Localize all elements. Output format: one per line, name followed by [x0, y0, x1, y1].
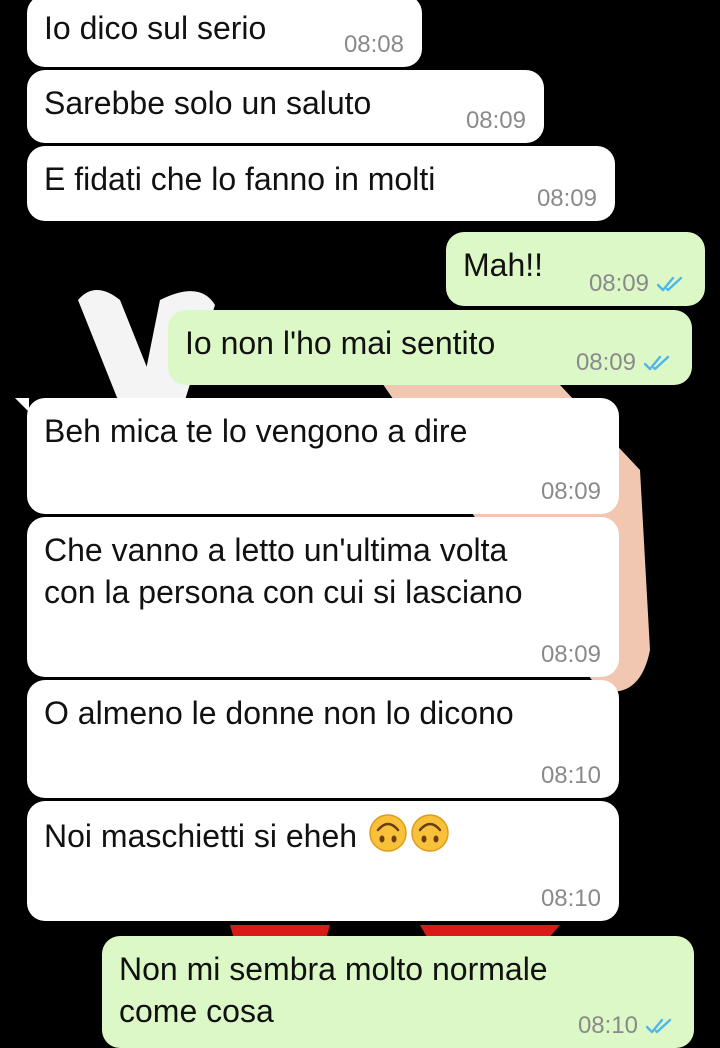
double-check-read-icon: [644, 355, 670, 371]
message-text: Io dico sul serio: [44, 7, 266, 49]
bubble-tail: [15, 398, 29, 412]
upside-down-face-icon: [369, 814, 407, 852]
message-timestamp: 08:09: [536, 185, 597, 212]
message-timestamp: 08:10: [577, 1012, 638, 1039]
chat-window: Io dico sul serio 08:08 Sarebbe solo un sa…: [0, 0, 720, 1048]
message-text-content: E fidati che lo fanno in molti: [44, 161, 436, 197]
message-text-content: Che vanno a letto un'ultima volta con la…: [44, 532, 523, 610]
message-timestamp: 08:08: [343, 31, 404, 58]
message-text: Io non l'ho mai sentito: [185, 322, 495, 364]
message-meta: 08:09: [466, 108, 526, 134]
message-meta: 08:10: [541, 763, 601, 789]
message-timestamp: 08:09: [465, 107, 526, 134]
message-bubble-incoming[interactable]: Che vanno a letto un'ultima volta con la…: [27, 517, 619, 677]
message-text: Noi maschietti si eheh: [44, 813, 450, 857]
message-text: O almeno le donne non lo dicono: [44, 692, 514, 734]
message-timestamp: 08:10: [540, 885, 601, 912]
message-text: Che vanno a letto un'ultima volta con la…: [44, 529, 523, 613]
message-text-content: Noi maschietti si eheh: [44, 818, 358, 854]
double-check-read-icon: [646, 1018, 672, 1034]
message-bubble-incoming[interactable]: Beh mica te lo vengono a dire 08:09: [15, 398, 619, 514]
message-bubble-outgoing[interactable]: Io non l'ho mai sentito 08:09: [168, 310, 692, 385]
message-bubble-incoming[interactable]: E fidati che lo fanno in molti 08:09: [27, 146, 615, 221]
message-text: E fidati che lo fanno in molti: [44, 158, 435, 200]
message-text: Beh mica te lo vengono a dire: [44, 410, 467, 452]
message-meta: 08:10: [578, 1013, 676, 1039]
message-text-content: O almeno le donne non lo dicono: [44, 695, 514, 731]
message-bubble-incoming[interactable]: Io dico sul serio 08:08: [27, 0, 422, 67]
message-meta: 08:10: [541, 886, 601, 912]
message-timestamp: 08:09: [588, 270, 649, 297]
message-meta: 08:09: [576, 350, 674, 376]
message-meta: 08:09: [541, 479, 601, 505]
message-text: Sarebbe solo un saluto: [44, 82, 371, 124]
message-timestamp: 08:09: [540, 478, 601, 505]
message-text-content: Non mi sembra molto normale come cosa: [119, 951, 548, 1029]
message-text-content: Beh mica te lo vengono a dire: [44, 413, 468, 449]
message-bubble-outgoing[interactable]: Non mi sembra molto normale come cosa 08:…: [102, 936, 694, 1048]
message-bubble-incoming[interactable]: O almeno le donne non lo dicono 08:10: [27, 680, 619, 798]
double-check-read-icon: [657, 276, 683, 292]
message-text-content: Mah!!: [463, 247, 544, 283]
message-text: Mah!!: [463, 244, 543, 286]
message-timestamp: 08:09: [540, 641, 601, 668]
message-bubble-outgoing[interactable]: Mah!! 08:09: [446, 232, 705, 306]
message-meta: 08:09: [589, 271, 687, 297]
message-text: Non mi sembra molto normale come cosa: [119, 948, 548, 1032]
message-text-content: Sarebbe solo un saluto: [44, 85, 372, 121]
message-meta: 08:08: [344, 32, 404, 58]
message-meta: 08:09: [541, 642, 601, 668]
message-timestamp: 08:10: [540, 762, 601, 789]
message-bubble-incoming[interactable]: Noi maschietti si eheh 08:10: [27, 801, 619, 921]
message-meta: 08:09: [537, 186, 597, 212]
upside-down-face-icon: [411, 814, 449, 852]
message-text-content: Io non l'ho mai sentito: [185, 325, 496, 361]
message-timestamp: 08:09: [575, 349, 636, 376]
message-bubble-incoming[interactable]: Sarebbe solo un saluto 08:09: [27, 70, 544, 143]
message-text-content: Io dico sul serio: [44, 10, 267, 46]
